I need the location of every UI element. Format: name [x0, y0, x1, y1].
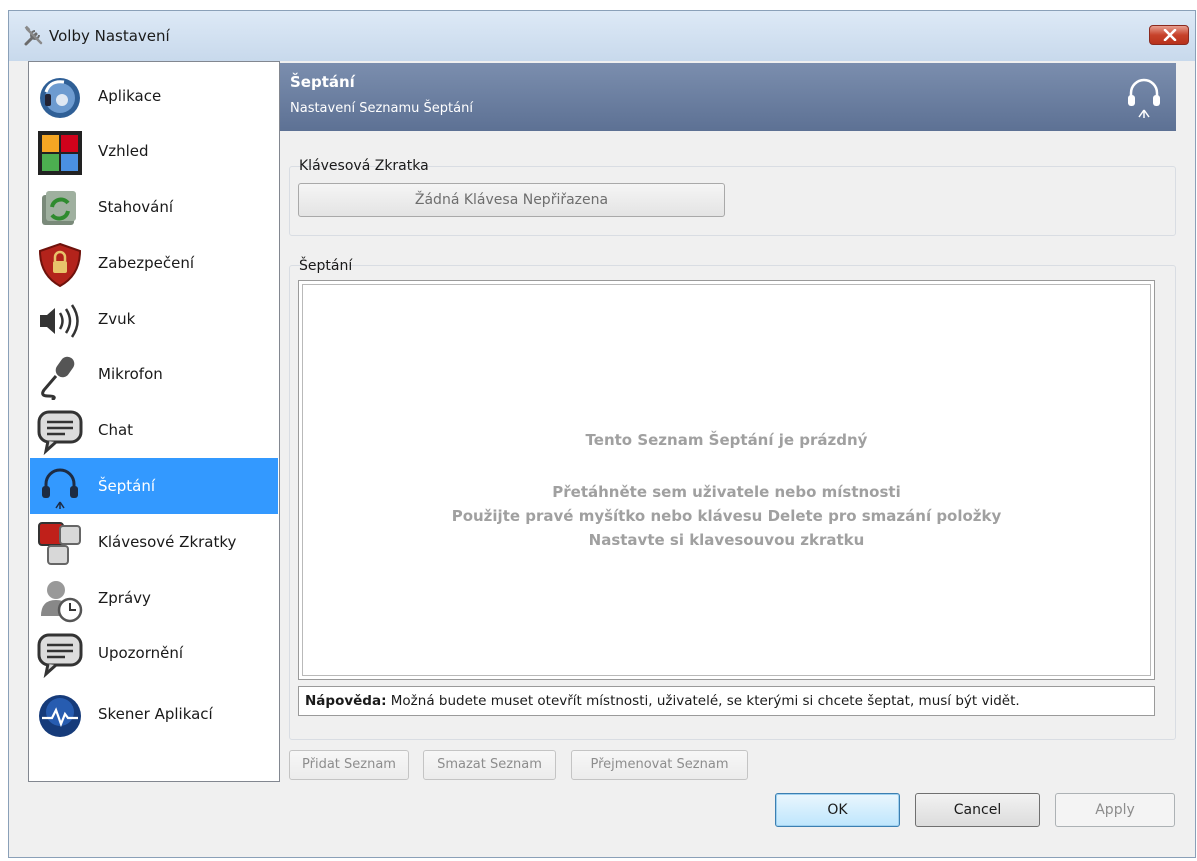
app-scanner-icon	[39, 695, 81, 737]
empty-list-line: Nastavte si klavesouvou zkratku	[588, 531, 865, 549]
empty-list-line: Přetáhněte sem uživatele nebo místnosti	[552, 483, 901, 501]
tools-icon	[24, 25, 43, 46]
rename-list-button[interactable]: Přejmenovat Seznam	[571, 750, 748, 780]
hotkey-group-title: Klávesová Zkratka	[299, 158, 429, 174]
window-title: Volby Nastavení	[49, 27, 170, 45]
nav-item-label: Aplikace	[98, 87, 162, 105]
nav-item-label: Skener Aplikací	[98, 705, 213, 723]
nav-item-chat[interactable]: Chat	[30, 402, 278, 458]
chat-bubble-icon	[37, 410, 83, 456]
empty-list-line: Použijte pravé myšítko nebo klávesu Dele…	[451, 507, 1002, 525]
whisper-list[interactable]: Tento Seznam Šeptání je prázdný Přetáhně…	[298, 280, 1155, 680]
empty-list-title: Tento Seznam Šeptání je prázdný	[585, 431, 868, 449]
notification-bubble-icon	[37, 633, 83, 679]
nav-item-label: Klávesové Zkratky	[98, 533, 237, 551]
cancel-button[interactable]: Cancel	[915, 793, 1040, 827]
help-hint-label: Nápověda:	[305, 693, 387, 709]
nav-item-stahovani[interactable]: Stahování	[30, 179, 278, 235]
title-bar: Volby Nastavení	[9, 11, 1195, 61]
headset-icon	[1128, 78, 1160, 118]
nav-item-label: Zprávy	[98, 589, 151, 607]
nav-item-mikrofon[interactable]: Mikrofon	[30, 346, 278, 402]
nav-item-septani[interactable]: Šeptání	[30, 458, 278, 514]
speaker-icon	[40, 304, 79, 338]
keyboard-keys-icon	[38, 522, 81, 565]
nav-item-label: Vzhled	[98, 142, 149, 160]
nav-item-label: Zvuk	[98, 310, 136, 328]
page-header: Šeptání Nastavení Seznamu Šeptání	[280, 63, 1176, 131]
nav-item-aplikace[interactable]: Aplikace	[30, 68, 278, 124]
close-button[interactable]	[1149, 25, 1189, 45]
page-title: Šeptání	[290, 73, 355, 91]
appearance-tiles-icon	[38, 131, 82, 175]
add-list-button[interactable]: Přidat Seznam	[289, 750, 409, 780]
help-hint: Nápověda: Možná budete muset otevřít mís…	[298, 686, 1155, 716]
page-subtitle: Nastavení Seznamu Šeptání	[290, 101, 473, 116]
nav-item-klavesove-zkratky[interactable]: Klávesové Zkratky	[30, 514, 278, 570]
nav-item-label: Zabezpečení	[98, 254, 194, 272]
teamspeak-icon	[40, 78, 80, 118]
settings-nav-list[interactable]: Aplikace Vzhled Stahování Zabezpečení Zv…	[28, 61, 280, 782]
delete-list-button[interactable]: Smazat Seznam	[423, 750, 556, 780]
nav-item-label: Šeptání	[98, 477, 156, 495]
whisper-group-title: Šeptání	[299, 258, 353, 274]
nav-item-label: Upozornění	[98, 644, 184, 662]
nav-item-label: Mikrofon	[98, 365, 163, 383]
nav-item-skener-aplikaci[interactable]: Skener Aplikací	[30, 686, 278, 742]
assign-hotkey-button[interactable]: Žádná Klávesa Nepřiřazena	[298, 183, 725, 217]
nav-item-label: Stahování	[98, 198, 174, 216]
messages-clock-icon	[41, 581, 83, 623]
nav-item-zabezpeceni[interactable]: Zabezpečení	[30, 235, 278, 291]
ok-button[interactable]: OK	[775, 793, 900, 827]
security-shield-icon	[38, 242, 82, 288]
microphone-icon	[41, 356, 75, 400]
help-hint-text: Možná budete muset otevřít místnosti, už…	[386, 693, 1020, 709]
nav-item-zpravy[interactable]: Zprávy	[30, 570, 278, 626]
download-icon	[42, 191, 76, 225]
nav-item-label: Chat	[98, 421, 134, 439]
nav-item-zvuk[interactable]: Zvuk	[30, 291, 278, 347]
headset-icon	[42, 468, 78, 509]
apply-button[interactable]: Apply	[1055, 793, 1175, 827]
nav-item-upozorneni[interactable]: Upozornění	[30, 625, 278, 681]
nav-item-vzhled[interactable]: Vzhled	[30, 123, 278, 179]
close-icon	[1163, 29, 1177, 41]
